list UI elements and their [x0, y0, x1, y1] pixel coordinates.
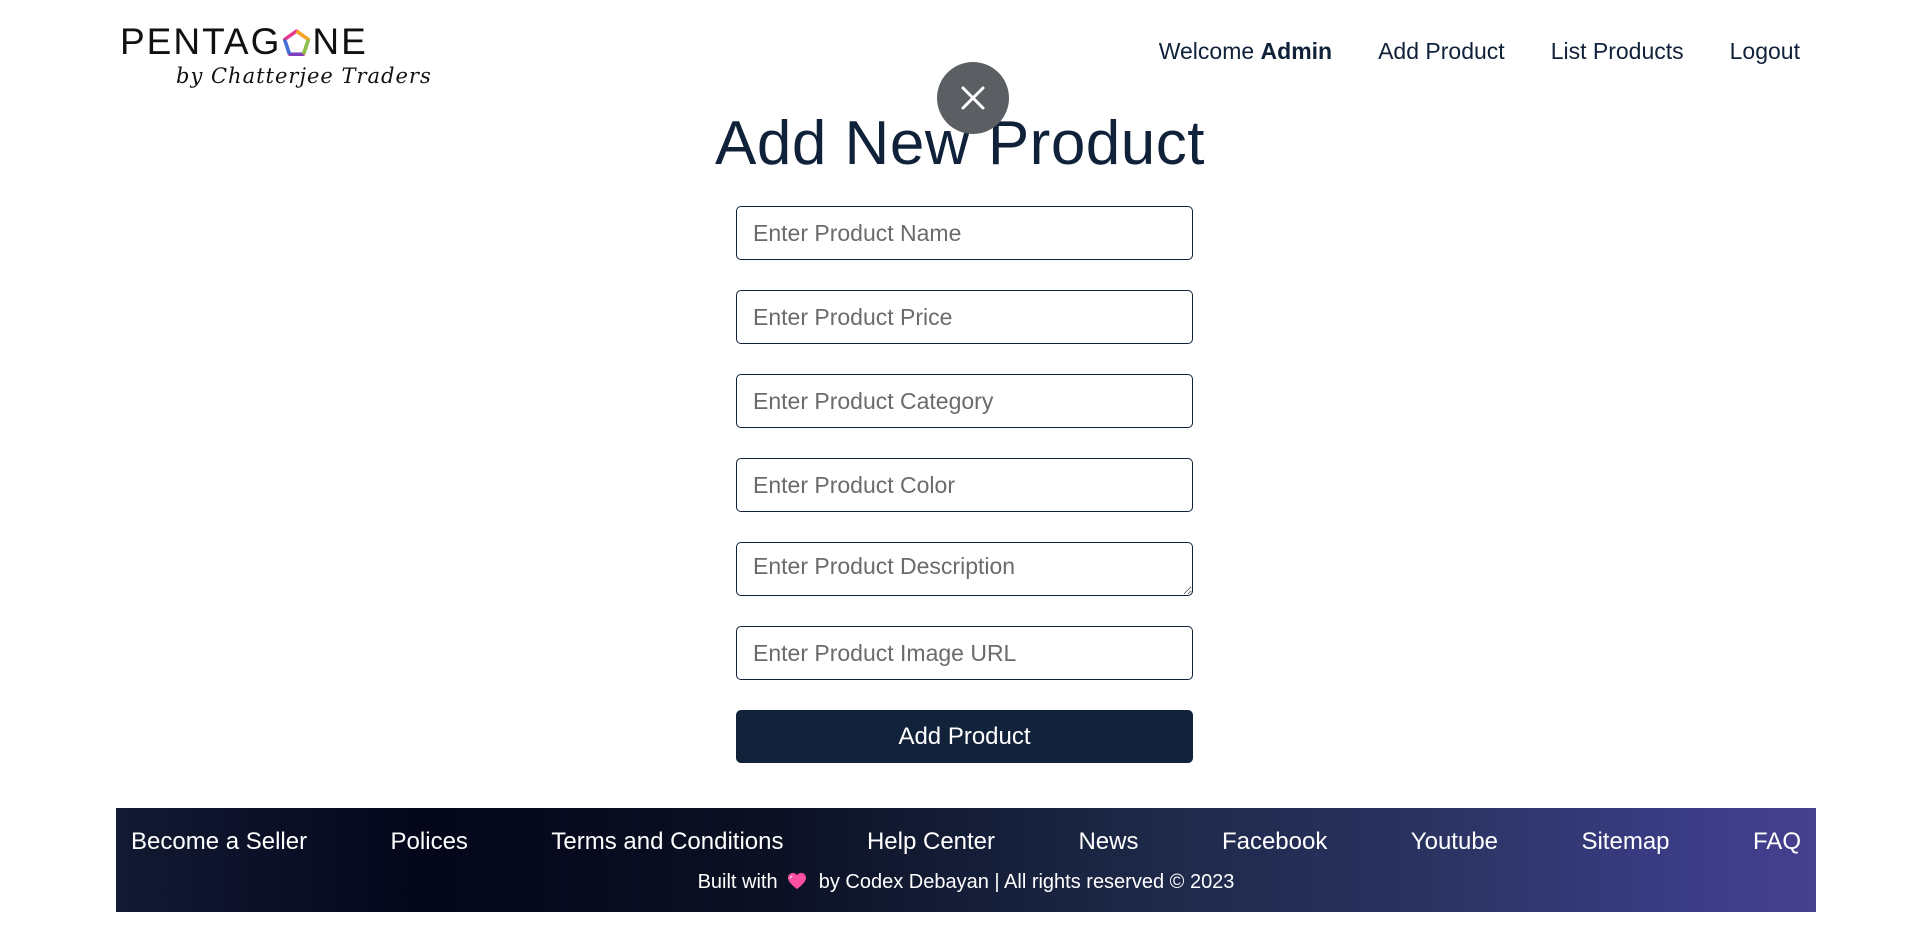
logo-wordmark: PENTAG NE	[120, 22, 368, 62]
footer-link-news[interactable]: News	[1078, 828, 1138, 856]
footer-link-sitemap[interactable]: Sitemap	[1581, 828, 1669, 856]
product-name-input[interactable]	[736, 206, 1193, 260]
footer-link-youtube[interactable]: Youtube	[1411, 828, 1498, 856]
nav-list-products-link[interactable]: List Products	[1551, 38, 1684, 65]
close-button[interactable]	[937, 62, 1009, 134]
welcome-username: Admin	[1260, 38, 1333, 64]
product-category-input[interactable]	[736, 374, 1193, 428]
product-color-input[interactable]	[736, 458, 1193, 512]
product-description-textarea[interactable]	[736, 542, 1193, 596]
logo-tagline: by Chatterjee Traders	[176, 64, 432, 88]
heart-icon	[788, 872, 807, 890]
product-image-url-input[interactable]	[736, 626, 1193, 680]
add-product-submit-button[interactable]: Add Product	[736, 710, 1193, 763]
footer: Become a Seller Polices Terms and Condit…	[116, 808, 1816, 912]
footer-link-help-center[interactable]: Help Center	[867, 828, 995, 856]
close-icon	[961, 86, 985, 110]
credit-suffix: by Codex Debayan | All rights reserved ©…	[818, 871, 1235, 893]
nav-logout-link[interactable]: Logout	[1730, 38, 1800, 65]
footer-link-faq[interactable]: FAQ	[1753, 828, 1801, 856]
footer-link-terms[interactable]: Terms and Conditions	[551, 828, 783, 856]
logo-word-left: PENTAG	[120, 21, 282, 62]
brand-logo[interactable]: PENTAG NE by Chatterjee Traders	[120, 22, 431, 92]
add-product-form: Add Product	[736, 206, 1193, 763]
product-price-input[interactable]	[736, 290, 1193, 344]
footer-link-facebook[interactable]: Facebook	[1222, 828, 1327, 856]
nav-add-product-link[interactable]: Add Product	[1378, 38, 1505, 65]
footer-link-become-seller[interactable]: Become a Seller	[131, 828, 307, 856]
page: PENTAG NE by Chatterjee Traders Welcome …	[0, 0, 1920, 939]
footer-credit: Built with by Codex Debayan | All rights…	[116, 871, 1816, 894]
footer-links: Become a Seller Polices Terms and Condit…	[131, 828, 1801, 856]
credit-prefix: Built with	[697, 871, 778, 893]
logo-word-right: NE	[312, 21, 368, 62]
top-nav: Welcome Admin Add Product List Products …	[1100, 38, 1800, 65]
welcome-text: Welcome Admin	[1159, 38, 1332, 65]
footer-link-polices[interactable]: Polices	[391, 828, 468, 856]
welcome-prefix: Welcome	[1158, 38, 1255, 64]
pentagon-logo-icon	[283, 29, 311, 56]
